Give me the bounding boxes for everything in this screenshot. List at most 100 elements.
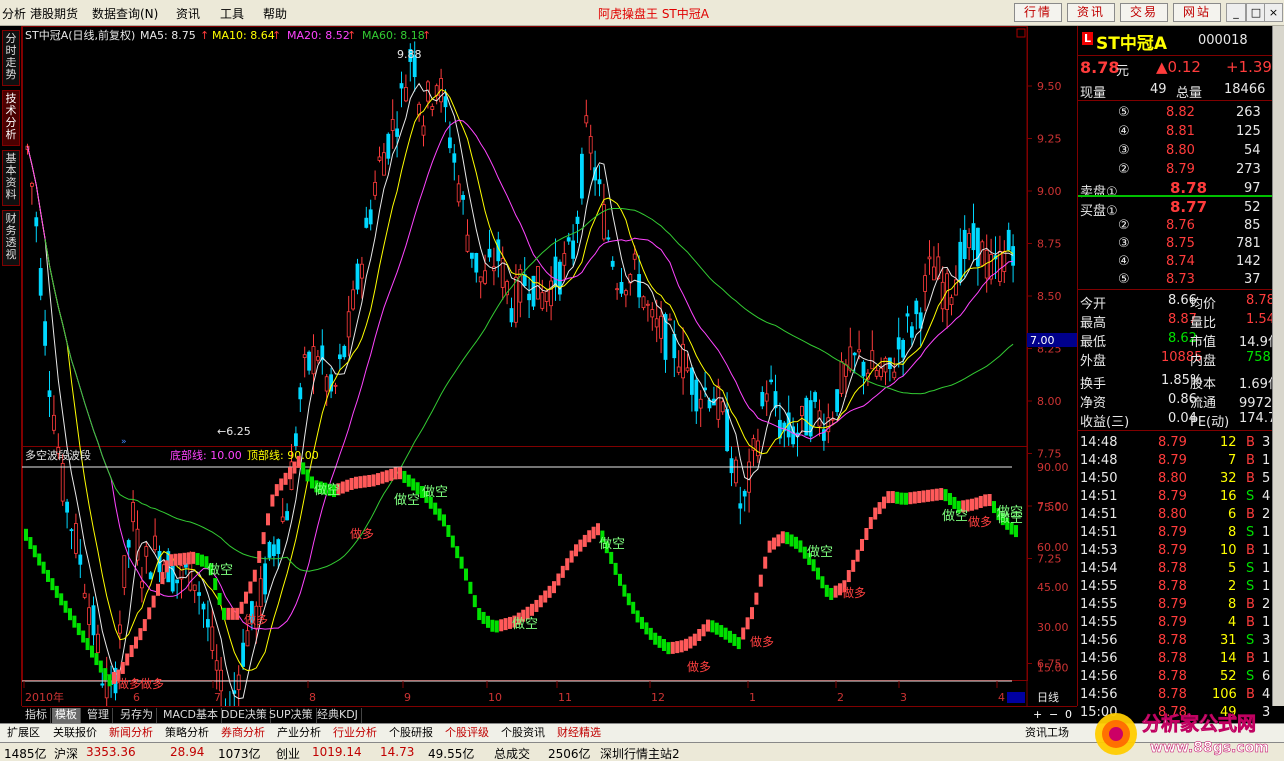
bottom-tab[interactable]: 管理 [84,708,113,723]
menu-data-query[interactable]: 数据查询(N) [92,5,158,22]
quote-button[interactable]: 行情 [1014,3,1062,22]
function-button[interactable]: 券商分析 [218,725,268,741]
time-cursor-icon[interactable] [1007,692,1025,703]
tick-price: 8.78 [1158,651,1187,666]
kline-chart[interactable]: ST中冠A(日线,前复权) MA5: 8.75 ↑ MA10: 8.64↑ MA20:… [22,26,1077,706]
close-button[interactable]: × [1264,3,1283,22]
candle-body [588,136,593,154]
candle-body [276,539,281,554]
tick-count: 1 [1262,561,1271,576]
quote-row: ③ 8.80 54 [1078,141,1273,160]
function-button[interactable]: 财经精选 [554,725,604,741]
indicator-bar [670,641,675,654]
scroll-arrow-icon[interactable]: » [121,437,127,447]
candle-body [804,397,809,436]
bid-volume: 781 [1236,236,1261,251]
indicator-bar [851,559,856,572]
add-icon[interactable]: + [1030,708,1045,723]
tab-technical[interactable]: 技术分析 [2,90,20,146]
candle-body [153,535,158,551]
function-button[interactable]: 策略分析 [162,725,212,741]
bottom-tab[interactable]: 另存为 [117,708,157,723]
bottom-tab[interactable]: DDE决策 [218,708,271,723]
tick-time: 14:53 [1080,543,1118,558]
bottom-tab[interactable]: MACD基本 [160,708,222,723]
quote-row: 收益(三) 0.04 PE(动) 174.7 [1078,409,1276,430]
indicator-bar [252,569,257,582]
function-button[interactable]: 个股资讯 [498,725,548,741]
bottom-tab[interactable]: 经典KDJ [314,708,362,723]
candle-body [892,371,897,379]
tick-side: B [1246,615,1255,630]
menu-hk-futures[interactable]: 港股期货 [30,5,78,22]
indicator-bar [376,473,380,486]
function-button[interactable]: 产业分析 [274,725,324,741]
bottom-tab[interactable]: SUP决策 [266,708,317,723]
candle-body [69,529,74,532]
bottom-tab[interactable]: 模板 [52,708,81,723]
candle-body [624,290,628,296]
candle-body [566,237,571,242]
indicator-bar [591,526,596,539]
indicator-bar [772,537,776,550]
indicator-bar [596,523,600,536]
indicator-bar [455,546,460,559]
candle-body [879,367,883,377]
status-server[interactable]: 深圳行情主站2 [600,745,680,761]
indicator-bar [758,574,763,587]
candle-body [465,234,470,252]
indicator-bar [222,607,226,620]
remove-icon[interactable]: − [1046,708,1061,723]
candle-body [1011,246,1015,266]
menu-analysis[interactable]: 分析 [2,5,26,22]
candle-body [311,346,316,375]
indicator-bar [833,585,838,598]
indicator-bar [666,642,671,655]
chart-area[interactable]: ST中冠A(日线,前复权) MA5: 8.75 ↑ MA10: 8.64 ↑ MA20:… [22,26,1077,706]
indicator-bar [736,637,741,650]
candle-body [452,153,457,163]
quote-row: 今开 8.66 均价 8.78 [1078,291,1275,312]
function-button[interactable]: 扩展区 [4,725,43,741]
long-signal: 做多 [244,612,268,627]
indicator-bar [899,492,904,505]
vertical-scrollbar[interactable] [1272,26,1284,706]
zero-icon[interactable]: 0 [1062,708,1075,723]
candle-body [351,289,356,310]
quote-row: 买盘① 8.77 52 [1078,198,1273,219]
bottom-tab[interactable]: 指标 [22,708,51,723]
candle-body [96,633,100,654]
quote-row: ⑤ 8.82 263 [1078,103,1273,122]
price-tick-label: 8.00 [1037,395,1062,408]
function-button[interactable]: 关联报价 [50,725,100,741]
candle-body [34,217,39,227]
indicator-bar [301,462,306,475]
function-button[interactable]: 新闻分析 [106,725,156,741]
function-button[interactable]: 行业分析 [330,725,380,741]
indicator-bar [406,474,411,487]
tab-intraday[interactable]: 分时走势 [2,30,20,86]
indicator-bar [349,477,354,490]
menu-help[interactable]: 帮助 [263,5,287,22]
indicator-bar [556,573,561,586]
info-workshop-button[interactable]: 资讯工场 [1022,725,1072,741]
candle-body [580,153,584,199]
trade-button[interactable]: 交易 [1120,3,1168,22]
period-label[interactable]: 日线 [1037,690,1059,704]
candle-body [210,626,215,651]
menu-tools[interactable]: 工具 [220,5,244,22]
candle-body [368,209,373,225]
long-signal: 做多 [140,676,164,691]
quote-row: 最高 8.87 量比 1.54 [1078,310,1275,331]
function-button[interactable]: 个股评级 [442,725,492,741]
tick-volume: 4 [1228,615,1237,630]
maximize-button[interactable]: □ [1246,3,1266,22]
candle-body [553,256,558,288]
tab-financials[interactable]: 财务透视 [2,210,20,266]
website-button[interactable]: 网站 [1173,3,1221,22]
tab-fundamentals[interactable]: 基本资料 [2,150,20,206]
news-button[interactable]: 资讯 [1067,3,1115,22]
function-button[interactable]: 个股研报 [386,725,436,741]
minimize-button[interactable]: _ [1226,3,1246,22]
menu-news[interactable]: 资讯 [176,5,200,22]
